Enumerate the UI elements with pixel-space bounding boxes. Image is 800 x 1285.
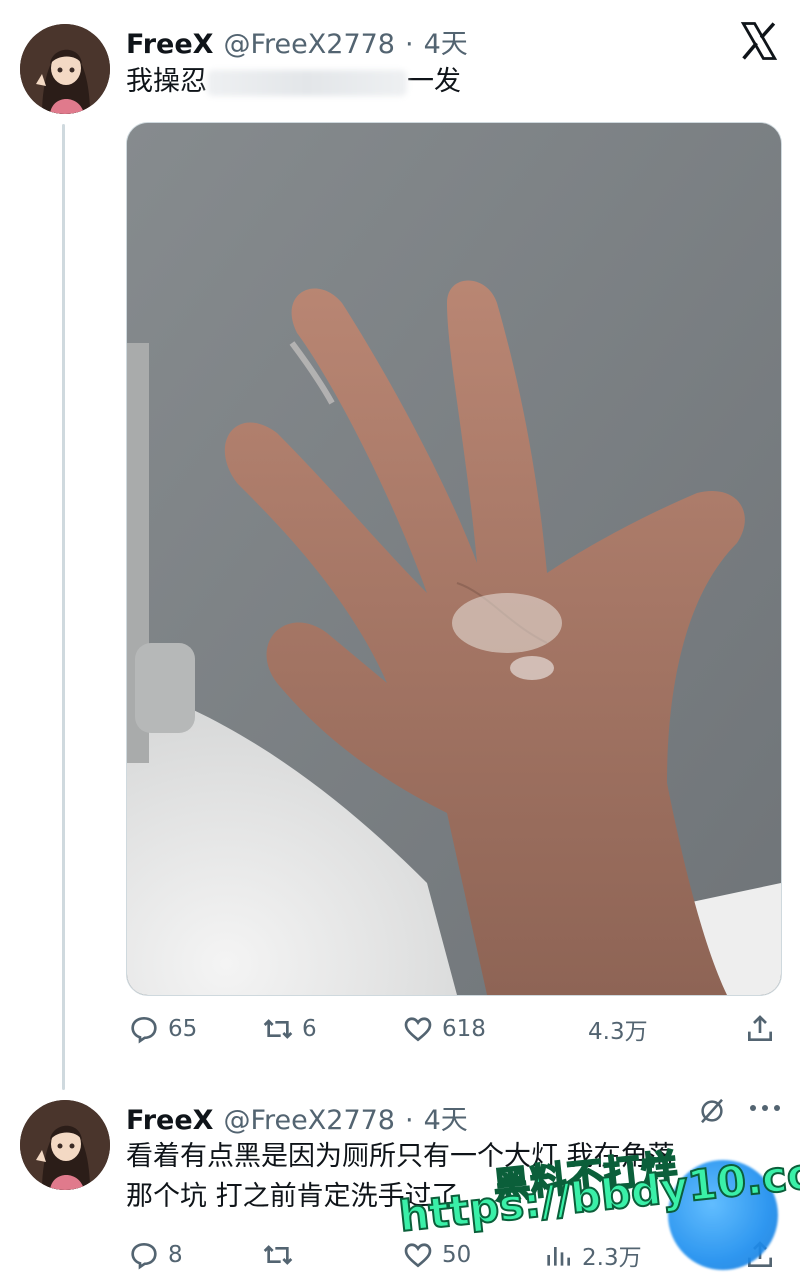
views-button[interactable]: 4.3万 <box>588 1004 648 1054</box>
avatar-illustration <box>20 24 110 114</box>
reply-count: 8 <box>168 1242 183 1268</box>
heart-icon <box>404 1017 432 1042</box>
like-count: 50 <box>442 1242 472 1268</box>
thread-connector-line <box>62 124 65 1090</box>
blurred-text-region <box>207 69 407 96</box>
avatar[interactable] <box>20 24 110 114</box>
retweet-icon <box>263 1019 293 1039</box>
hand-photo <box>127 123 781 995</box>
views-chart-icon <box>547 1247 570 1266</box>
tweet-text: 我操忍 一发 <box>126 62 461 102</box>
tweet-text-start: 我操忍 <box>126 66 207 97</box>
reply-count: 65 <box>168 1016 198 1042</box>
views-button[interactable]: 2.3万 <box>542 1230 642 1280</box>
more-dots-icon[interactable] <box>748 1098 782 1118</box>
timestamp[interactable]: 4天 <box>424 1098 468 1137</box>
reply-icon <box>131 1016 157 1044</box>
share-button[interactable] <box>744 1004 776 1054</box>
separator-dot: · <box>405 29 414 60</box>
retweet-icon <box>263 1245 293 1265</box>
user-handle[interactable]: @FreeX2778 <box>223 1105 395 1136</box>
like-count: 618 <box>442 1016 486 1042</box>
tweet-header: FreeX @FreeX2778 · 4天 <box>126 22 468 61</box>
reply-button[interactable]: 8 <box>128 1230 183 1280</box>
share-icon <box>748 1015 772 1041</box>
separator-dot: · <box>405 1105 414 1136</box>
user-handle[interactable]: @FreeX2778 <box>223 29 395 60</box>
timestamp[interactable]: 4天 <box>424 22 468 61</box>
reply-icon <box>131 1242 157 1270</box>
tweet-photo[interactable] <box>126 122 782 996</box>
view-count: 4.3万 <box>588 1019 648 1045</box>
x-logo-icon[interactable] <box>738 20 780 62</box>
avatar-illustration <box>20 1100 110 1190</box>
view-count: 2.3万 <box>582 1245 642 1271</box>
retweet-count: 6 <box>302 1016 317 1042</box>
display-name[interactable]: FreeX <box>126 1105 213 1136</box>
tweet-actions: 65 6 618 4.3万 <box>126 1004 780 1054</box>
display-name[interactable]: FreeX <box>126 29 213 60</box>
avatar[interactable] <box>20 1100 110 1190</box>
tweet-header: FreeX @FreeX2778 · 4天 <box>126 1098 468 1137</box>
heart-icon <box>404 1243 432 1268</box>
retweet-button[interactable] <box>262 1230 294 1280</box>
grok-icon[interactable] <box>697 1096 727 1126</box>
like-button[interactable]: 618 <box>402 1004 486 1054</box>
reply-button[interactable]: 65 <box>128 1004 197 1054</box>
tweet-text-end: 一发 <box>407 66 461 97</box>
retweet-button[interactable]: 6 <box>262 1004 317 1054</box>
